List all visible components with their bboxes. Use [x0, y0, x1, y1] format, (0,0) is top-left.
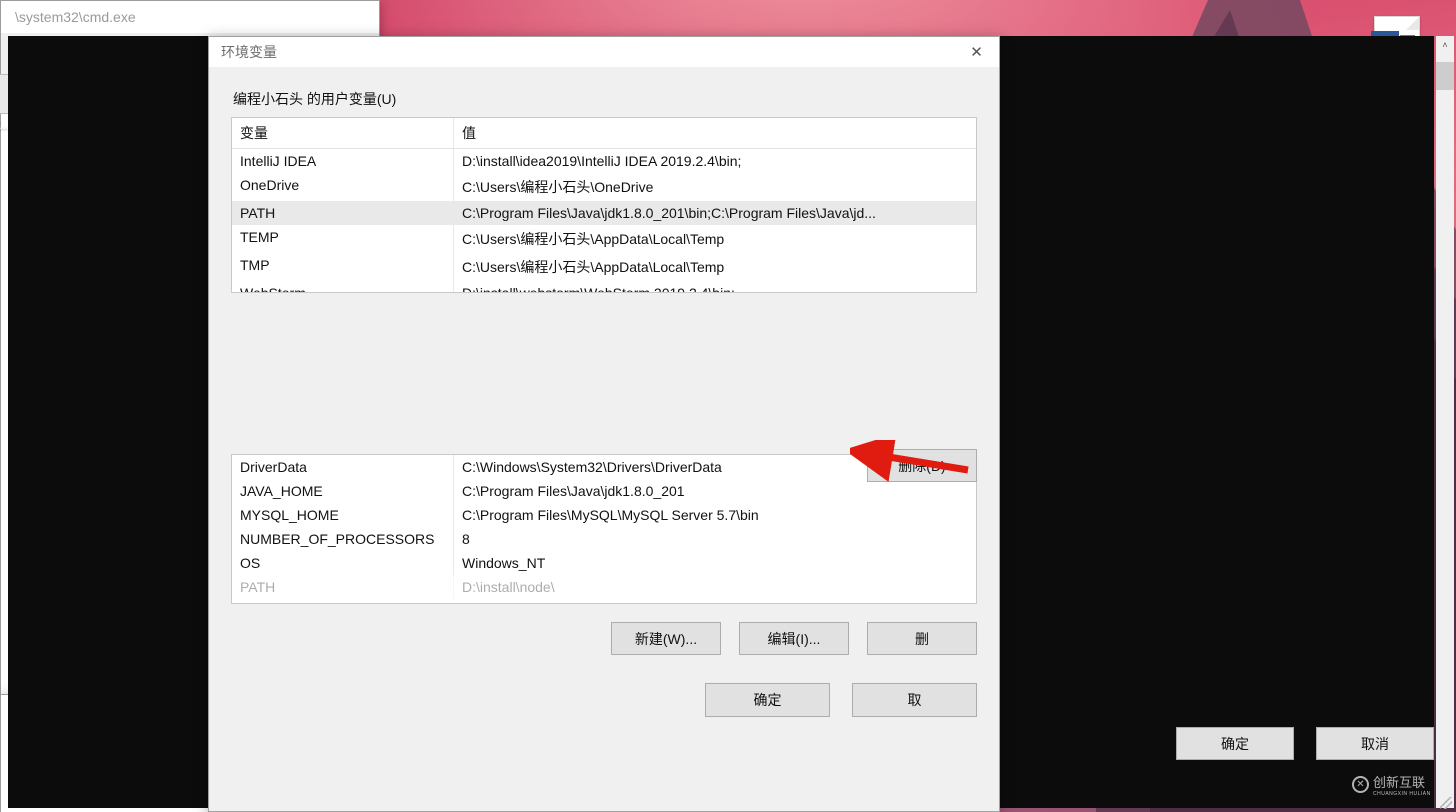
row-value: C:\Program Files\Java\jdk1.8.0_201	[454, 479, 976, 503]
new-system-variable-button[interactable]: 新建(W)...	[611, 622, 721, 655]
table-row[interactable]: TMP C:\Users\编程小石头\AppData\Local\Temp	[232, 253, 976, 281]
env-dialog-window-buttons: ✕	[954, 37, 999, 67]
row-value: C:\Users\编程小石头\OneDrive	[454, 173, 976, 201]
ok-button[interactable]: 确定	[705, 683, 830, 717]
watermark-logo-icon: ✕	[1352, 776, 1369, 793]
system-properties-titlebar: \system32\cmd.exe	[1, 1, 379, 33]
resize-grip-icon[interactable]	[1440, 797, 1452, 809]
header-value[interactable]: 值	[454, 118, 976, 148]
row-variable: MYSQL_HOME	[232, 503, 454, 527]
row-variable: WebStorm	[232, 281, 454, 293]
row-variable: DriverData	[232, 455, 454, 479]
table-row[interactable]: JAVA_HOME C:\Program Files\Java\jdk1.8.0…	[232, 479, 976, 503]
env-dialog-titlebar: 环境变量 ✕	[209, 37, 999, 67]
desktop-root: W 需求说明(1) 2... \system32\cmd.exe 硬件 高级 系…	[0, 0, 1456, 812]
row-value: C:\Users\编程小石头\AppData\Local\Temp	[454, 253, 976, 281]
row-value: C:\Program Files\Java\jdk1.8.0_201\bin;C…	[454, 201, 976, 225]
table-row[interactable]: PATH D:\install\node\	[232, 575, 976, 599]
table-row[interactable]: OneDrive C:\Users\编程小石头\OneDrive	[232, 173, 976, 201]
delete-system-variable-button[interactable]: 删	[867, 622, 977, 655]
row-variable: PATH	[232, 575, 454, 599]
cancel-button[interactable]: 取	[852, 683, 977, 717]
table-row[interactable]: WebStorm D:\install\webstorm\WebStorm 20…	[232, 281, 976, 293]
row-value: D:\install\webstorm\WebStorm 2019.2.4\bi…	[454, 281, 976, 293]
environment-variables-dialog[interactable]: 环境变量 ✕ 编程小石头 的用户变量(U) 变量 值 IntelliJ IDEA…	[208, 36, 1000, 812]
user-variables-table[interactable]: 变量 值 IntelliJ IDEA D:\install\idea2019\I…	[231, 117, 977, 293]
row-value: C:\Windows\System32\Drivers\DriverData	[454, 455, 976, 479]
watermark-text: 创新互联	[1373, 772, 1431, 791]
command-prompt-window[interactable]: ▢ ✕ ˄	[0, 694, 220, 812]
row-value: Windows_NT	[454, 551, 976, 575]
watermark-subtext: CHUANGXIN HULIAN	[1373, 791, 1431, 797]
edit-cancel-button[interactable]: 取消	[1316, 727, 1434, 760]
table-row-selected[interactable]: PATH C:\Program Files\Java\jdk1.8.0_201\…	[232, 201, 976, 225]
row-variable: IntelliJ IDEA	[232, 149, 454, 173]
system-variables-table[interactable]: DriverData C:\Windows\System32\Drivers\D…	[231, 454, 977, 604]
row-value: 8	[454, 527, 976, 551]
scroll-up-icon[interactable]: ˄	[1436, 36, 1454, 54]
row-variable: TMP	[232, 253, 454, 281]
table-row[interactable]: IntelliJ IDEA D:\install\idea2019\Intell…	[232, 149, 976, 173]
edit-system-variable-button[interactable]: 编辑(I)...	[739, 622, 849, 655]
edit-ok-button[interactable]: 确定	[1176, 727, 1294, 760]
watermark: ✕ 创新互联 CHUANGXIN HULIAN	[1352, 772, 1431, 797]
row-variable: OS	[232, 551, 454, 575]
header-variable[interactable]: 变量	[232, 118, 454, 148]
env-dialog-title: 环境变量	[221, 42, 277, 62]
table-row[interactable]: NUMBER_OF_PROCESSORS 8	[232, 527, 976, 551]
row-variable: NUMBER_OF_PROCESSORS	[232, 527, 454, 551]
user-table-header: 变量 值	[232, 118, 976, 149]
row-variable: TEMP	[232, 225, 454, 253]
user-variables-legend: 编程小石头 的用户变量(U)	[233, 89, 977, 109]
row-value: C:\Program Files\MySQL\MySQL Server 5.7\…	[454, 503, 976, 527]
row-value: C:\Users\编程小石头\AppData\Local\Temp	[454, 225, 976, 253]
system-variable-buttons: 新建(W)... 编辑(I)... 删	[231, 622, 977, 655]
env-dialog-footer: 确定 取	[231, 683, 977, 717]
scrollbar-thumb[interactable]	[1436, 62, 1454, 90]
row-variable: PATH	[232, 201, 454, 225]
row-value: D:\install\node\	[454, 575, 976, 599]
system-properties-title: \system32\cmd.exe	[15, 9, 136, 25]
table-row[interactable]: TEMP C:\Users\编程小石头\AppData\Local\Temp	[232, 225, 976, 253]
table-row[interactable]: MYSQL_HOME C:\Program Files\MySQL\MySQL …	[232, 503, 976, 527]
env-dialog-body: 编程小石头 的用户变量(U) 变量 值 IntelliJ IDEA D:\ins…	[209, 89, 999, 655]
row-value: D:\install\idea2019\IntelliJ IDEA 2019.2…	[454, 149, 976, 173]
table-row[interactable]: DriverData C:\Windows\System32\Drivers\D…	[232, 455, 976, 479]
table-row[interactable]: OS Windows_NT	[232, 551, 976, 575]
edit-dialog-footer: 确定 取消	[1176, 727, 1434, 760]
console-scrollbar[interactable]: ˄	[1436, 36, 1454, 808]
close-icon[interactable]: ✕	[954, 37, 999, 67]
row-variable: OneDrive	[232, 173, 454, 201]
row-variable: JAVA_HOME	[232, 479, 454, 503]
